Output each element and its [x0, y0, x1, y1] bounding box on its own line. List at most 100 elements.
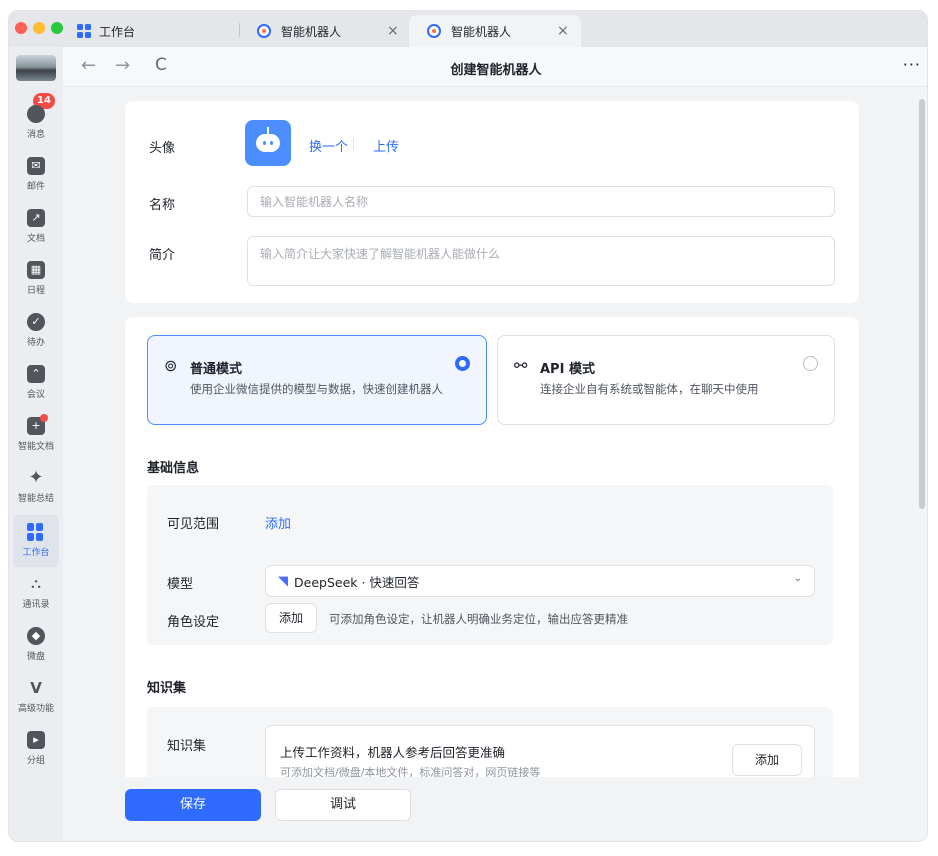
role-label: 角色设定 — [167, 615, 220, 630]
normal-mode-radio[interactable] — [455, 356, 470, 371]
page-title: 创建智能机器人 — [450, 63, 542, 78]
app-window: 工作台 智能机器人 × 智能机器人 × 14 消息 ✉ 邮件 ↗ 文档 ▦ 日程… — [8, 10, 928, 842]
role-hint: 可添加角色设定，让机器人明确业务定位，输出应答更精准 — [329, 612, 628, 626]
debug-button[interactable]: 调试 — [275, 789, 411, 821]
sidebar-item-advanced[interactable]: V 高级功能 — [9, 671, 63, 723]
sidebar-item-label: 分组 — [26, 756, 45, 766]
main-content: 头像 换一个 上传 名称 简介 ⊚ 普通模式 使用企业微信提供的模型与数据，快速… — [63, 87, 927, 841]
bot-mode-icon: ⊚ — [164, 356, 178, 375]
minimize-window-button[interactable] — [33, 22, 45, 34]
tab-bot-1[interactable]: 智能机器人 × — [239, 15, 409, 47]
upload-avatar-link[interactable]: 上传 — [373, 136, 399, 155]
close-icon[interactable]: × — [387, 23, 399, 39]
settings-card: ⊚ 普通模式 使用企业微信提供的模型与数据，快速创建机器人 ⚯ API 模式 连… — [125, 317, 859, 841]
sidebar-item-label: 微盘 — [26, 652, 45, 662]
role-add-button[interactable]: 添加 — [265, 603, 317, 633]
basic-info-title: 基础信息 — [147, 461, 200, 476]
sidebar-item-docs[interactable]: ↗ 文档 — [9, 201, 63, 253]
sidebar-item-contacts[interactable]: ⛬ 通讯录 — [9, 567, 63, 619]
drive-icon: ◆ — [27, 627, 45, 645]
mode-description: 连接企业自有系统或智能体，在聊天中使用 — [540, 382, 759, 396]
close-window-button[interactable] — [15, 22, 27, 34]
visibility-label: 可见范围 — [167, 517, 220, 532]
api-mode-radio[interactable] — [803, 356, 818, 371]
sidebar-item-drive[interactable]: ◆ 微盘 — [9, 619, 63, 671]
sidebar: 14 消息 ✉ 邮件 ↗ 文档 ▦ 日程 ✓ 待办 ⌃ 会议 + 智能文档 ✦ … — [9, 47, 63, 841]
normal-mode-option[interactable]: ⊚ 普通模式 使用企业微信提供的模型与数据，快速创建机器人 — [147, 335, 487, 425]
bot-icon — [427, 24, 441, 38]
sidebar-item-smart-summary[interactable]: ✦ 智能总结 — [9, 461, 63, 513]
deepseek-icon: ◥ — [278, 573, 288, 589]
knowledge-title: 知识集 — [147, 681, 187, 696]
mode-title: 普通模式 — [190, 362, 243, 377]
document-icon: ↗ — [27, 209, 45, 227]
meeting-icon: ⌃ — [27, 365, 45, 383]
sidebar-item-label: 会议 — [26, 390, 45, 400]
bot-avatar[interactable] — [245, 120, 291, 166]
tab-label: 智能机器人 — [281, 24, 342, 39]
tab-bot-2[interactable]: 智能机器人 × — [409, 15, 581, 47]
sidebar-item-group[interactable]: ▸ 分组 — [9, 723, 63, 775]
tab-workbench[interactable]: 工作台 — [69, 15, 239, 47]
tab-bar: 工作台 智能机器人 × 智能机器人 × — [9, 11, 927, 47]
mode-description: 使用企业微信提供的模型与数据，快速创建机器人 — [190, 382, 443, 396]
visibility-add-link[interactable]: 添加 — [265, 513, 291, 532]
chevron-down-icon: ⌄ — [793, 573, 802, 584]
save-button[interactable]: 保存 — [125, 789, 261, 821]
sidebar-item-label: 日程 — [26, 286, 45, 296]
change-avatar-link[interactable]: 换一个 — [309, 136, 348, 155]
sidebar-item-label: 工作台 — [22, 548, 50, 558]
grid-icon — [77, 24, 91, 38]
sidebar-item-calendar[interactable]: ▦ 日程 — [9, 253, 63, 305]
name-label: 名称 — [149, 198, 176, 213]
close-icon[interactable]: × — [557, 23, 569, 39]
zoom-window-button[interactable] — [51, 22, 63, 34]
sidebar-item-label: 高级功能 — [17, 704, 54, 714]
knowledge-label: 知识集 — [167, 739, 207, 754]
intro-input[interactable] — [247, 236, 835, 286]
group-icon: ▸ — [27, 731, 45, 749]
model-select[interactable]: ◥ DeepSeek · 快速回答 ⌄ — [265, 565, 815, 597]
model-select-value: DeepSeek · 快速回答 — [294, 574, 420, 590]
name-input[interactable] — [247, 186, 835, 217]
sidebar-item-label: 文档 — [26, 234, 45, 244]
sidebar-item-label: 邮件 — [26, 182, 45, 192]
knowledge-box-title: 上传工作资料，机器人参考后回答更准确 — [280, 745, 506, 760]
contacts-icon: ⛬ — [31, 576, 41, 592]
sidebar-item-meeting[interactable]: ⌃ 会议 — [9, 357, 63, 409]
basic-info-panel: 可见范围 添加 模型 ◥ DeepSeek · 快速回答 ⌄ 角色设定 添加 可… — [147, 485, 833, 645]
profile-card: 头像 换一个 上传 名称 简介 — [125, 101, 859, 303]
sidebar-item-mail[interactable]: ✉ 邮件 — [9, 149, 63, 201]
sidebar-item-messages[interactable]: 消息 — [9, 97, 63, 149]
bot-icon — [257, 24, 271, 38]
mail-icon: ✉ — [27, 157, 45, 175]
sidebar-item-label: 智能文档 — [17, 442, 54, 452]
tab-label: 智能机器人 — [451, 24, 512, 39]
message-icon — [27, 105, 45, 123]
sidebar-item-label: 待办 — [26, 338, 45, 348]
sparkle-icon: ✦ — [28, 467, 44, 488]
tab-label: 工作台 — [99, 24, 136, 39]
nav-bar: ← → C 创建智能机器人 ··· — [63, 47, 927, 87]
sidebar-item-todo[interactable]: ✓ 待办 — [9, 305, 63, 357]
more-button[interactable]: ··· — [903, 55, 921, 74]
smart-doc-icon: + — [27, 414, 48, 435]
todo-icon: ✓ — [27, 313, 45, 331]
scrollbar[interactable] — [919, 99, 925, 509]
mode-title: API 模式 — [540, 362, 595, 377]
sidebar-item-label: 消息 — [26, 130, 45, 140]
sidebar-item-label: 通讯录 — [22, 600, 50, 610]
intro-label: 简介 — [149, 248, 176, 263]
knowledge-add-button[interactable]: 添加 — [732, 744, 802, 776]
api-mode-option[interactable]: ⚯ API 模式 连接企业自有系统或智能体，在聊天中使用 — [497, 335, 835, 425]
avatar-label: 头像 — [149, 141, 176, 156]
link-icon: ⚯ — [514, 356, 528, 375]
action-bar: 保存 调试 — [63, 777, 927, 841]
advanced-icon: V — [30, 679, 42, 697]
robot-icon — [256, 134, 280, 152]
model-label: 模型 — [167, 577, 194, 592]
sidebar-item-workbench[interactable]: 工作台 — [13, 515, 59, 567]
calendar-icon: ▦ — [27, 261, 45, 279]
avatar[interactable] — [16, 55, 56, 81]
sidebar-item-smart-doc[interactable]: + 智能文档 — [9, 409, 63, 461]
